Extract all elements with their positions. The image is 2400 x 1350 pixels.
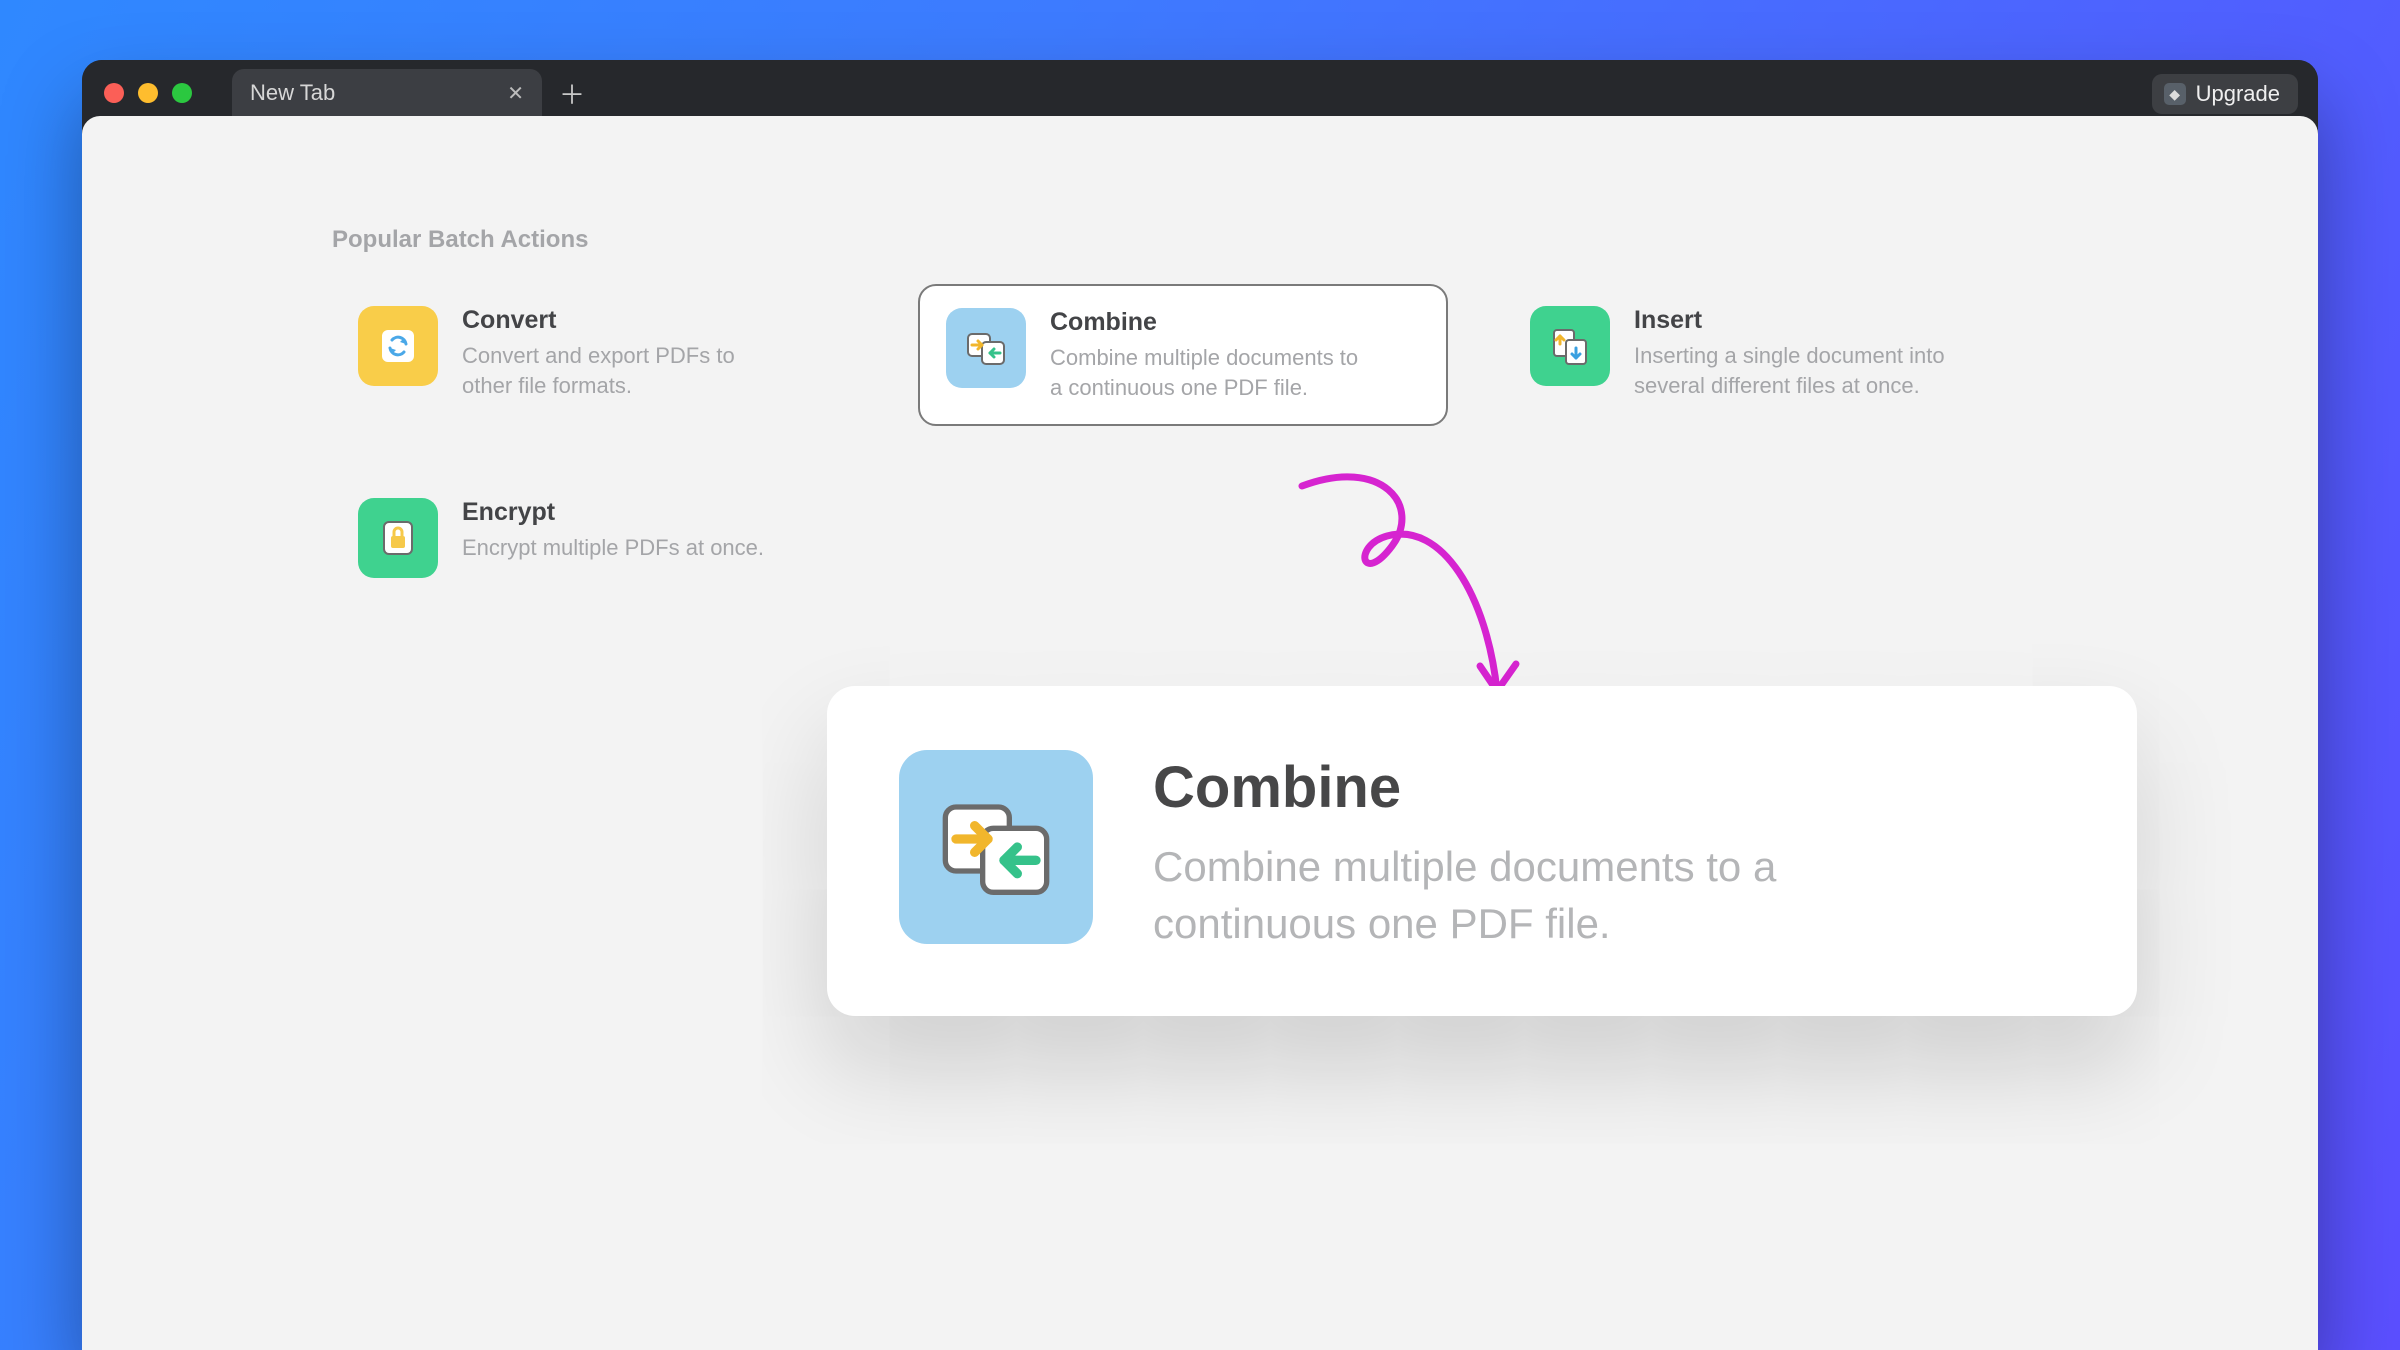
- window-traffic-lights: [104, 83, 192, 103]
- action-card-convert[interactable]: Convert Convert and export PDFs to other…: [332, 284, 862, 426]
- card-description: Combine multiple documents to a continuo…: [1050, 343, 1370, 402]
- card-text: Combine Combine multiple documents to a …: [1050, 308, 1370, 402]
- upgrade-badge-icon: ◆: [2164, 83, 2186, 105]
- tab-close-button[interactable]: ✕: [507, 81, 524, 106]
- detail-text: Combine Combine multiple documents to a …: [1153, 750, 1973, 952]
- insert-icon: [1530, 306, 1610, 386]
- upgrade-label: Upgrade: [2196, 81, 2280, 107]
- convert-icon: [358, 306, 438, 386]
- upgrade-button[interactable]: ◆ Upgrade: [2152, 74, 2298, 114]
- card-title: Encrypt: [462, 498, 764, 527]
- app-window: New Tab ✕ ＋ ◆ Upgrade Popular Batch Acti…: [82, 60, 2318, 1350]
- detail-description: Combine multiple documents to a continuo…: [1153, 839, 1973, 952]
- card-description: Inserting a single document into several…: [1634, 341, 1954, 400]
- plus-icon: ＋: [559, 75, 585, 112]
- card-text: Insert Inserting a single document into …: [1634, 306, 1954, 400]
- card-title: Convert: [462, 306, 782, 335]
- combine-icon: [946, 308, 1026, 388]
- tab-new-tab[interactable]: New Tab ✕: [232, 69, 542, 117]
- action-card-combine[interactable]: Combine Combine multiple documents to a …: [918, 284, 1448, 426]
- window-close-button[interactable]: [104, 83, 124, 103]
- card-title: Insert: [1634, 306, 1954, 335]
- detail-combine-icon: [899, 750, 1093, 944]
- batch-actions-grid: Convert Convert and export PDFs to other…: [332, 284, 2068, 600]
- card-text: Encrypt Encrypt multiple PDFs at once.: [462, 498, 764, 563]
- detail-card-combine: Combine Combine multiple documents to a …: [827, 686, 2137, 1016]
- window-zoom-button[interactable]: [172, 83, 192, 103]
- card-text: Convert Convert and export PDFs to other…: [462, 306, 782, 400]
- action-card-encrypt[interactable]: Encrypt Encrypt multiple PDFs at once.: [332, 476, 862, 600]
- tab-title: New Tab: [250, 80, 335, 106]
- encrypt-icon: [358, 498, 438, 578]
- page-body: Popular Batch Actions Convert Convert an…: [82, 116, 2318, 1350]
- detail-title: Combine: [1153, 754, 1973, 821]
- window-minimize-button[interactable]: [138, 83, 158, 103]
- new-tab-button[interactable]: ＋: [556, 77, 588, 109]
- action-card-insert[interactable]: Insert Inserting a single document into …: [1504, 284, 2034, 426]
- card-title: Combine: [1050, 308, 1370, 337]
- section-heading: Popular Batch Actions: [332, 226, 2068, 254]
- card-description: Convert and export PDFs to other file fo…: [462, 341, 782, 400]
- card-description: Encrypt multiple PDFs at once.: [462, 533, 764, 563]
